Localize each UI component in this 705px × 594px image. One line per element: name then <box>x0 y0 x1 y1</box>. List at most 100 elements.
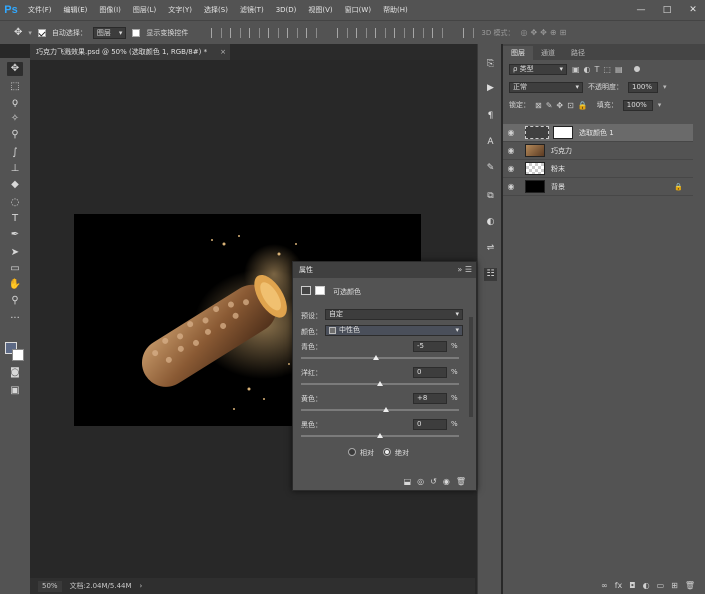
zoom-level-field[interactable]: 50% <box>38 580 62 592</box>
blend-mode-dropdown[interactable]: 正常 ▾ <box>509 81 583 93</box>
slider-track[interactable] <box>301 409 459 411</box>
adjustments-panel-icon[interactable]: ◐ <box>484 216 497 229</box>
distribute-top-icon[interactable] <box>337 27 349 38</box>
status-menu-arrow-icon[interactable]: › <box>140 582 143 590</box>
visibility-eye-icon[interactable]: ◉ <box>503 164 519 173</box>
lock-icons[interactable]: ⊠✎✥⊡🔒 <box>535 101 592 110</box>
opacity-field[interactable]: 100% <box>628 81 658 93</box>
3d-tools-icon[interactable]: ◎✥✥⊕⊞ <box>521 28 570 37</box>
new-layer-icon[interactable]: ⊞ <box>671 581 678 590</box>
layer-row-chocolate[interactable]: ◉ 巧克力 <box>503 142 693 160</box>
align-vcenter-icon[interactable] <box>230 27 242 38</box>
path-select-tool-icon[interactable]: ➤ <box>7 246 23 260</box>
slider-value-field[interactable]: 0 <box>413 419 447 430</box>
auto-select-checkbox[interactable] <box>37 28 46 37</box>
properties-panel-icon[interactable]: ☷ <box>484 268 497 281</box>
visibility-eye-icon[interactable]: ◉ <box>503 146 519 155</box>
slider-value-field[interactable]: +8 <box>413 393 447 404</box>
add-mask-icon[interactable]: ◘ <box>629 581 635 590</box>
paragraph-panel-icon[interactable]: ¶ <box>484 110 497 123</box>
align-bottom-icon[interactable] <box>249 27 261 38</box>
slider-thumb[interactable] <box>377 433 383 438</box>
distribute-bottom-icon[interactable] <box>375 27 387 38</box>
filter-toggle-icon[interactable] <box>633 66 640 72</box>
tab-layers[interactable]: 图层 <box>503 46 533 60</box>
brush-tool-icon[interactable]: ∫ <box>7 146 23 160</box>
minimize-button[interactable]: — <box>630 0 652 20</box>
menu-item[interactable]: 视图(V) <box>302 0 338 20</box>
reset-icon[interactable]: ↺ <box>430 477 437 486</box>
menu-item[interactable]: 选择(S) <box>198 0 234 20</box>
new-group-icon[interactable]: ▭ <box>657 581 665 590</box>
slider-thumb[interactable] <box>373 355 380 360</box>
quick-mask-icon[interactable]: ◙ <box>7 366 23 380</box>
actions-panel-icon[interactable]: ▶ <box>484 82 497 95</box>
styles-panel-icon[interactable]: ⇌ <box>484 242 497 255</box>
absolute-radio[interactable] <box>383 448 391 456</box>
relative-radio[interactable] <box>348 448 356 456</box>
align-left-icon[interactable] <box>268 27 280 38</box>
align-hcenter-icon[interactable] <box>287 27 299 38</box>
lasso-tool-icon[interactable]: ϙ <box>7 96 23 110</box>
menu-item[interactable]: 滤镜(T) <box>234 0 270 20</box>
slider-value-field[interactable]: 0 <box>413 367 447 378</box>
stamp-tool-icon[interactable]: ⊥ <box>7 162 23 176</box>
visibility-eye-icon[interactable]: ◉ <box>443 477 450 486</box>
menu-item[interactable]: 帮助(H) <box>377 0 414 20</box>
menu-item[interactable]: 文字(Y) <box>162 0 198 20</box>
close-window-button[interactable]: ✕ <box>682 0 704 20</box>
panel-menu-icon[interactable]: » ☰ <box>457 265 472 274</box>
new-adjustment-icon[interactable]: ◐ <box>643 581 650 590</box>
properties-scrollbar[interactable] <box>469 317 473 417</box>
fill-arrow-icon[interactable]: ▾ <box>658 101 662 109</box>
delete-layer-icon[interactable]: 🗑 <box>685 581 695 590</box>
menu-item[interactable]: 编辑(E) <box>58 0 94 20</box>
clone-source-icon[interactable]: ⧉ <box>484 190 497 203</box>
view-previous-icon[interactable]: ◎ <box>417 477 424 486</box>
restore-button[interactable]: □ <box>656 0 678 20</box>
visibility-eye-icon[interactable]: ◉ <box>503 182 519 191</box>
distribute-left-icon[interactable] <box>394 27 406 38</box>
auto-select-dropdown[interactable]: 图层 ▾ <box>92 26 127 39</box>
more-tools-icon[interactable]: ··· <box>7 312 23 326</box>
layer-row-selective-color[interactable]: ◉ 选取颜色 1 <box>503 124 693 142</box>
history-panel-icon[interactable]: ⎘ <box>484 58 497 71</box>
slider-thumb[interactable] <box>383 407 390 412</box>
zoom-tool-icon[interactable]: ⚲ <box>7 294 23 308</box>
visibility-eye-icon[interactable]: ◉ <box>503 128 519 137</box>
slider-thumb[interactable] <box>377 381 383 386</box>
preset-dropdown[interactable]: 自定 ▾ <box>325 309 463 320</box>
delete-adjustment-icon[interactable]: 🗑 <box>456 477 466 486</box>
dodge-tool-icon[interactable]: ◌ <box>7 196 23 210</box>
distribute-vcenter-icon[interactable] <box>356 27 368 38</box>
distribute-hcenter-icon[interactable] <box>413 27 425 38</box>
properties-panel-header[interactable]: 属性 » ☰ <box>293 262 476 278</box>
tab-paths[interactable]: 路径 <box>563 46 593 60</box>
menu-item[interactable]: 图层(L) <box>127 0 162 20</box>
clip-to-layer-icon[interactable]: ⬓ <box>404 477 412 486</box>
colors-dropdown[interactable]: 中性色 ▾ <box>325 325 463 336</box>
document-tab[interactable]: 巧克力飞溅效果.psd @ 50% (选取颜色 1, RGB/8#) * × <box>30 44 230 60</box>
show-transform-checkbox[interactable] <box>132 28 141 37</box>
brush-panel-icon[interactable]: ✎ <box>484 162 497 175</box>
menu-item[interactable]: 3D(D) <box>270 0 303 20</box>
layer-row-background[interactable]: ◉ 背景 🔒 <box>503 178 693 196</box>
dropdown-arrow-icon[interactable]: ▾ <box>28 29 32 37</box>
pen-tool-icon[interactable]: ✒ <box>7 228 23 242</box>
fill-field[interactable]: 100% <box>622 99 653 111</box>
link-layers-icon[interactable]: ∞ <box>601 581 608 590</box>
shape-tool-icon[interactable]: ▭ <box>7 262 23 276</box>
mask-icon[interactable] <box>315 286 325 295</box>
screen-mode-icon[interactable]: ▣ <box>7 384 23 398</box>
eyedropper-tool-icon[interactable]: ⚲ <box>7 128 23 142</box>
menu-item[interactable]: 文件(F) <box>22 0 58 20</box>
layer-row-powder[interactable]: ◉ 粉末 <box>503 160 693 178</box>
align-top-icon[interactable] <box>211 27 223 38</box>
magic-wand-tool-icon[interactable]: ✧ <box>7 112 23 126</box>
background-color-swatch[interactable] <box>12 349 24 361</box>
layer-filter-dropdown[interactable]: ρ 类型 ▾ <box>509 63 567 75</box>
distribute-right-icon[interactable] <box>432 27 444 38</box>
character-panel-icon[interactable]: A <box>484 136 497 149</box>
close-tab-icon[interactable]: × <box>220 44 226 60</box>
hand-tool-icon[interactable]: ✋ <box>7 278 23 292</box>
